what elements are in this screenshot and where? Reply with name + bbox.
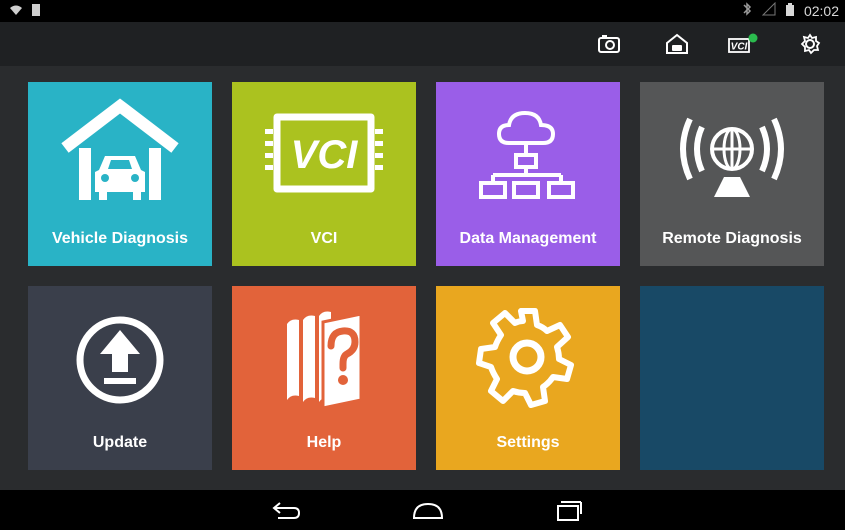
tile-label: Settings: [496, 434, 560, 451]
tile-label: Data Management: [459, 230, 597, 247]
navigation-bar: [0, 490, 845, 530]
bluetooth-icon: [742, 2, 752, 19]
home-icon[interactable]: [410, 498, 446, 522]
tile-vehicle-diagnosis[interactable]: Vehicle Diagnosis: [28, 82, 212, 266]
tile-remote-diagnosis[interactable]: Remote Diagnosis: [640, 82, 824, 266]
battery-icon: [785, 2, 794, 19]
broadcast-globe-icon: [680, 117, 784, 197]
tile-label: Help: [306, 434, 342, 451]
sim-icon: [32, 3, 40, 21]
tile-settings[interactable]: Settings: [436, 286, 620, 470]
help-books-icon: [287, 311, 363, 410]
wifi-icon: [10, 3, 22, 21]
tile-label: VCI: [310, 230, 338, 247]
tile-help[interactable]: Help: [232, 286, 416, 470]
vci-icon[interactable]: VCI: [726, 32, 760, 56]
tile-label: Remote Diagnosis: [662, 230, 802, 247]
status-time: 02:02: [803, 2, 839, 19]
gear-icon: [476, 308, 574, 408]
recents-icon[interactable]: [550, 498, 586, 522]
garage-car-icon: [61, 98, 179, 200]
vci-chip-text: VCI: [291, 133, 359, 177]
back-icon[interactable]: [268, 498, 304, 522]
settings-gear-icon[interactable]: [798, 32, 824, 56]
signal-icon: [761, 1, 776, 19]
tile-vci[interactable]: VCI VCI: [232, 82, 416, 266]
tile-empty: [640, 286, 824, 470]
tile-label: Update: [92, 434, 148, 451]
top-toolbar: VCI: [0, 22, 845, 66]
vci-chip-icon: VCI: [265, 113, 383, 193]
garage-icon[interactable]: [664, 32, 690, 56]
tile-update[interactable]: Update: [28, 286, 212, 470]
camera-icon[interactable]: [596, 32, 622, 56]
cloud-network-icon: [479, 110, 575, 199]
tile-data-management[interactable]: Data Management: [436, 82, 620, 266]
upload-arrow-icon: [76, 316, 164, 404]
status-bar: 02:02: [0, 0, 845, 22]
vci-toolbar-label: VCI: [731, 42, 748, 53]
tile-label: Vehicle Diagnosis: [51, 230, 189, 247]
app-grid: Vehicle Diagnosis VCI VCI Data Managemen…: [0, 66, 845, 490]
